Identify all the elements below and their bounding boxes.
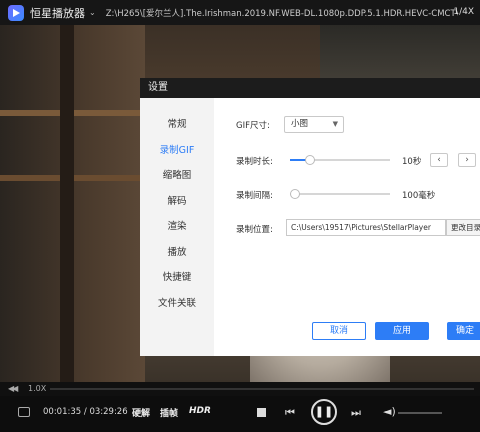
gif-size-select[interactable]: 小图 ▼ [284,116,344,133]
duration-label: 录制时长: [236,157,273,167]
sidebar-item-shortcuts[interactable]: 快捷键 [140,265,214,291]
sidebar-item-playback[interactable]: 播放 [140,240,214,266]
hdr-toggle[interactable]: HDR [189,406,211,416]
interval-label: 录制间隔: [236,191,273,201]
duration-value: 10秒 [402,157,422,167]
duration-slider[interactable] [290,154,390,166]
interval-value: 100毫秒 [402,191,436,201]
duration-decrease-button[interactable]: ‹ [430,153,448,167]
speed-indicator: 1/4X [453,7,474,17]
video-detail [60,25,74,382]
settings-panel: GIF尺寸: 小图 ▼ 录制时长: 10秒 ‹ › 录制间隔: 100毫秒 录制… [214,98,480,356]
settings-dialog: 设置 常规 录制GIF 缩略图 解码 渲染 播放 快捷键 文件关联 GIF尺寸:… [140,78,480,356]
app-name[interactable]: 恒星播放器 [30,5,85,21]
seek-row: ◀◀ 1.0X [0,382,480,396]
app-logo-icon[interactable] [8,4,24,21]
stop-icon[interactable] [257,408,266,417]
volume-slider[interactable] [398,412,442,414]
sidebar-item-record-gif[interactable]: 录制GIF [140,138,214,164]
rewind-icon[interactable]: ◀◀ [8,384,18,393]
sidebar-item-general[interactable]: 常规 [140,112,214,138]
slider-knob[interactable] [305,155,315,165]
duration-increase-button[interactable]: › [458,153,476,167]
seek-bar[interactable] [50,388,474,390]
timecode: 00:01:35 / 03:29:26 [43,407,128,417]
sidebar-item-thumbnail[interactable]: 缩略图 [140,163,214,189]
interval-slider[interactable] [290,188,390,200]
control-bar: 00:01:35 / 03:29:26 硬解 插帧 HDR ⏮ ❚❚ ⏭ ◄) [0,396,480,432]
chevron-down-icon: ▼ [332,120,338,128]
previous-icon[interactable]: ⏮ [285,406,295,420]
pause-button[interactable]: ❚❚ [311,399,337,425]
slider-track [290,193,390,195]
sidebar-item-render[interactable]: 渲染 [140,214,214,240]
title-bar: 恒星播放器 ⌄ Z:\H265\[爱尔兰人].The.Irishman.2019… [0,0,480,25]
gif-size-value: 小图 [291,119,309,129]
location-input[interactable]: C:\Users\19517\Pictures\StellarPlayer [286,219,446,236]
frame-interp-toggle[interactable]: 插帧 [160,406,178,419]
sidebar-item-decode[interactable]: 解码 [140,189,214,215]
subtitle-icon[interactable] [18,407,30,417]
settings-sidebar: 常规 录制GIF 缩略图 解码 渲染 播放 快捷键 文件关联 [140,98,214,356]
gif-size-label: GIF尺寸: [236,121,270,131]
location-label: 录制位置: [236,225,273,235]
sidebar-item-file-association[interactable]: 文件关联 [140,291,214,317]
ok-button[interactable]: 确定 [447,322,480,340]
dialog-title: 设置 [140,78,480,98]
apply-button[interactable]: 应用 [375,322,429,340]
change-directory-button[interactable]: 更改目录 [446,219,480,236]
slider-knob[interactable] [290,189,300,199]
chevron-down-icon[interactable]: ⌄ [89,8,96,17]
cancel-button[interactable]: 取消 [312,322,366,340]
hw-decode-toggle[interactable]: 硬解 [132,406,150,419]
file-title: Z:\H265\[爱尔兰人].The.Irishman.2019.NF.WEB-… [105,8,458,19]
next-icon[interactable]: ⏭ [351,406,361,420]
volume-icon[interactable]: ◄) [383,405,396,418]
playback-rate[interactable]: 1.0X [28,384,46,393]
